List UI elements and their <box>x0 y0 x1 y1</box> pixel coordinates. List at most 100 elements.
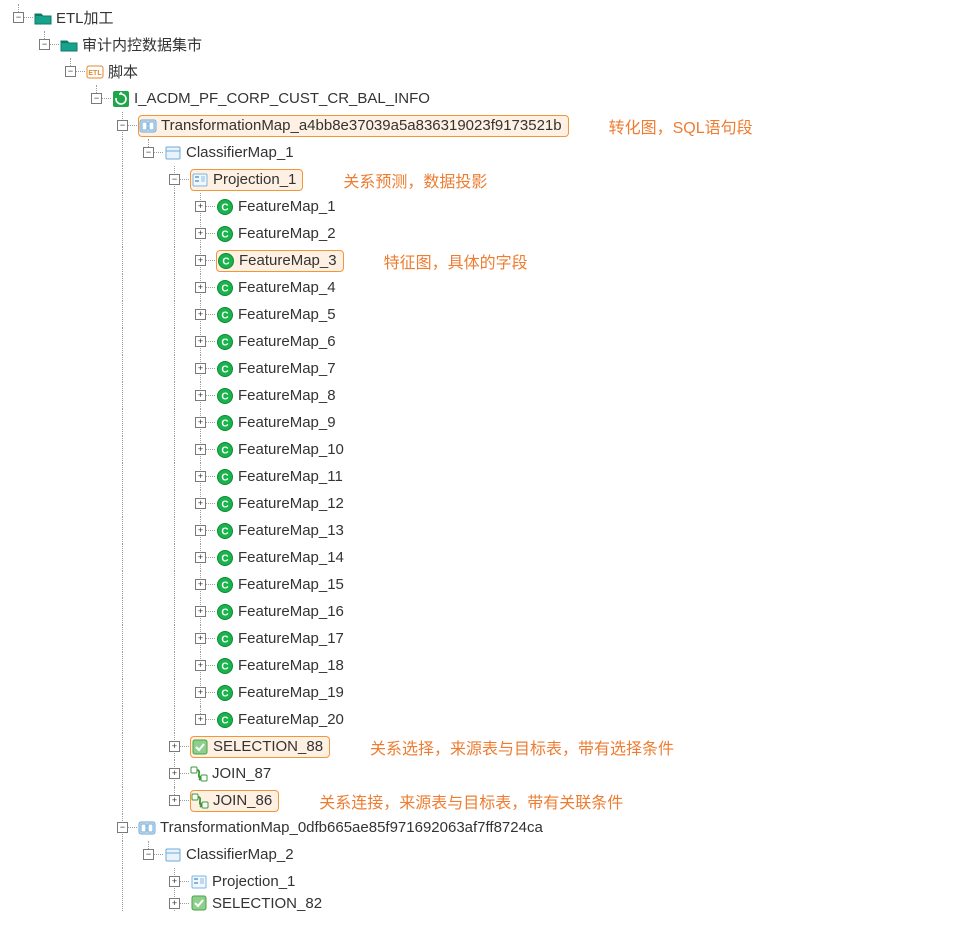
tree-item-script[interactable]: − 脚本 <box>8 58 980 85</box>
expand-icon[interactable]: + <box>195 633 206 644</box>
tree-item-feature-map[interactable]: + FeatureMap_1 <box>8 193 980 220</box>
tree-item-label: FeatureMap_6 <box>236 333 338 350</box>
collapse-icon[interactable]: − <box>143 147 154 158</box>
tree-item-feature-map[interactable]: + FeatureMap_9 <box>8 409 980 436</box>
tree-item-job[interactable]: − I_ACDM_PF_CORP_CUST_CR_BAL_INFO <box>8 85 980 112</box>
expand-icon[interactable]: + <box>195 606 206 617</box>
tree-item-feature-map[interactable]: + FeatureMap_2 <box>8 220 980 247</box>
tree-item-label: SELECTION_88 <box>211 738 325 755</box>
tree-item-feature-map[interactable]: + FeatureMap_10 <box>8 436 980 463</box>
tree-item-projection-1b[interactable]: + Projection_1 <box>8 868 980 895</box>
tree-item-label: FeatureMap_12 <box>236 495 346 512</box>
expand-icon[interactable]: + <box>195 660 206 671</box>
collapse-icon[interactable]: − <box>65 66 76 77</box>
tree-item-transformation-map-2[interactable]: − TransformationMap_0dfb665ae85f97169206… <box>8 814 980 841</box>
feature-icon <box>216 603 234 621</box>
tree-item-feature-map[interactable]: + FeatureMap_15 <box>8 571 980 598</box>
collapse-icon[interactable]: − <box>143 849 154 860</box>
tree-item-label: FeatureMap_2 <box>236 225 338 242</box>
collapse-icon[interactable]: − <box>91 93 102 104</box>
tree-item-transformation-map-1[interactable]: − TransformationMap_a4bb8e37039a5a836319… <box>8 112 980 139</box>
tree-item-label: ClassifierMap_1 <box>184 144 296 161</box>
expand-icon[interactable]: + <box>195 390 206 401</box>
collapse-icon[interactable]: − <box>169 174 180 185</box>
expand-icon[interactable]: + <box>195 498 206 509</box>
expand-icon[interactable]: + <box>169 795 180 806</box>
tree-item-classifier-map-1[interactable]: − ClassifierMap_1 <box>8 139 980 166</box>
tree-item-label: FeatureMap_15 <box>236 576 346 593</box>
feature-icon <box>216 549 234 567</box>
tree-item-projection-1[interactable]: − Projection_1 关系预测，数据投影 <box>8 166 980 193</box>
tree-item-label: TransformationMap_a4bb8e37039a5a83631902… <box>159 117 564 134</box>
expand-icon[interactable]: + <box>169 876 180 887</box>
tree-item-feature-map[interactable]: + FeatureMap_4 <box>8 274 980 301</box>
tree-item-feature-map[interactable]: + FeatureMap_19 <box>8 679 980 706</box>
expand-icon[interactable]: + <box>195 228 206 239</box>
tree-item-feature-map[interactable]: + FeatureMap_8 <box>8 382 980 409</box>
tree-item-feature-map[interactable]: + FeatureMap_14 <box>8 544 980 571</box>
feature-icon <box>216 522 234 540</box>
tree-item-feature-map[interactable]: + FeatureMap_20 <box>8 706 980 733</box>
expand-icon[interactable]: + <box>195 714 206 725</box>
tree-item-label: FeatureMap_7 <box>236 360 338 377</box>
expand-icon[interactable]: + <box>195 444 206 455</box>
expand-icon[interactable]: + <box>195 309 206 320</box>
tree-item-etl-root[interactable]: − ETL加工 <box>8 4 980 31</box>
tree-item-feature-map[interactable]: + FeatureMap_18 <box>8 652 980 679</box>
tree-item-label: FeatureMap_4 <box>236 279 338 296</box>
tree-item-classifier-map-2[interactable]: − ClassifierMap_2 <box>8 841 980 868</box>
expand-icon[interactable]: + <box>195 201 206 212</box>
tree-item-feature-map[interactable]: + FeatureMap_13 <box>8 517 980 544</box>
collapse-icon[interactable]: − <box>117 822 128 833</box>
tree-item-feature-map[interactable]: + FeatureMap_16 <box>8 598 980 625</box>
tree-item-feature-map[interactable]: + FeatureMap_17 <box>8 625 980 652</box>
collapse-icon[interactable]: − <box>13 12 24 23</box>
collapse-icon[interactable]: − <box>117 120 128 131</box>
expand-icon[interactable]: + <box>195 336 206 347</box>
collapse-icon[interactable]: − <box>39 39 50 50</box>
expand-icon[interactable]: + <box>169 898 180 909</box>
expand-icon[interactable]: + <box>195 363 206 374</box>
tree-item-join-87[interactable]: + JOIN_87 <box>8 760 980 787</box>
feature-icon <box>216 657 234 675</box>
tree-item-selection-88[interactable]: + SELECTION_88 关系选择，来源表与目标表，带有选择条件 <box>8 733 980 760</box>
feature-icon <box>216 225 234 243</box>
map-icon <box>138 819 156 837</box>
tree-item-label: FeatureMap_9 <box>236 414 338 431</box>
expand-icon[interactable]: + <box>195 579 206 590</box>
tree-view: − ETL加工 − 审计内控数据集市 − 脚本 − I_ACDM_PF_CORP… <box>8 4 980 911</box>
feature-icon <box>216 387 234 405</box>
join-icon <box>191 792 209 810</box>
tree-item-feature-map[interactable]: + FeatureMap_6 <box>8 328 980 355</box>
tree-item-feature-map[interactable]: + FeatureMap_12 <box>8 490 980 517</box>
expand-icon[interactable]: + <box>169 741 180 752</box>
tree-item-label: JOIN_87 <box>210 765 273 782</box>
tree-item-feature-map[interactable]: + FeatureMap_7 <box>8 355 980 382</box>
tree-item-label: FeatureMap_8 <box>236 387 338 404</box>
tree-item-feature-map-3[interactable]: + FeatureMap_3 特征图，具体的字段 <box>8 247 980 274</box>
tree-item-label: FeatureMap_1 <box>236 198 338 215</box>
highlight-box: FeatureMap_3 <box>216 250 344 272</box>
expand-icon[interactable]: + <box>195 552 206 563</box>
feature-icon <box>216 711 234 729</box>
refresh-icon <box>112 90 130 108</box>
feature-icon <box>216 414 234 432</box>
tree-item-data-mart[interactable]: − 审计内控数据集市 <box>8 31 980 58</box>
expand-icon[interactable]: + <box>195 417 206 428</box>
expand-icon[interactable]: + <box>195 471 206 482</box>
tree-item-join-86[interactable]: + JOIN_86 关系连接，来源表与目标表，带有关联条件 <box>8 787 980 814</box>
expand-icon[interactable]: + <box>195 282 206 293</box>
expand-icon[interactable]: + <box>195 255 206 266</box>
tree-item-selection-82[interactable]: + SELECTION_82 <box>8 895 980 911</box>
etl-icon <box>86 63 104 81</box>
expand-icon[interactable]: + <box>195 687 206 698</box>
tree-item-feature-map[interactable]: + FeatureMap_11 <box>8 463 980 490</box>
tree-item-label: Projection_1 <box>210 873 297 890</box>
tree-item-label: TransformationMap_0dfb665ae85f971692063a… <box>158 819 545 836</box>
tree-item-feature-map[interactable]: + FeatureMap_5 <box>8 301 980 328</box>
tree-item-label: FeatureMap_14 <box>236 549 346 566</box>
feature-icon <box>216 360 234 378</box>
expand-icon[interactable]: + <box>169 768 180 779</box>
feature-icon <box>216 468 234 486</box>
expand-icon[interactable]: + <box>195 525 206 536</box>
